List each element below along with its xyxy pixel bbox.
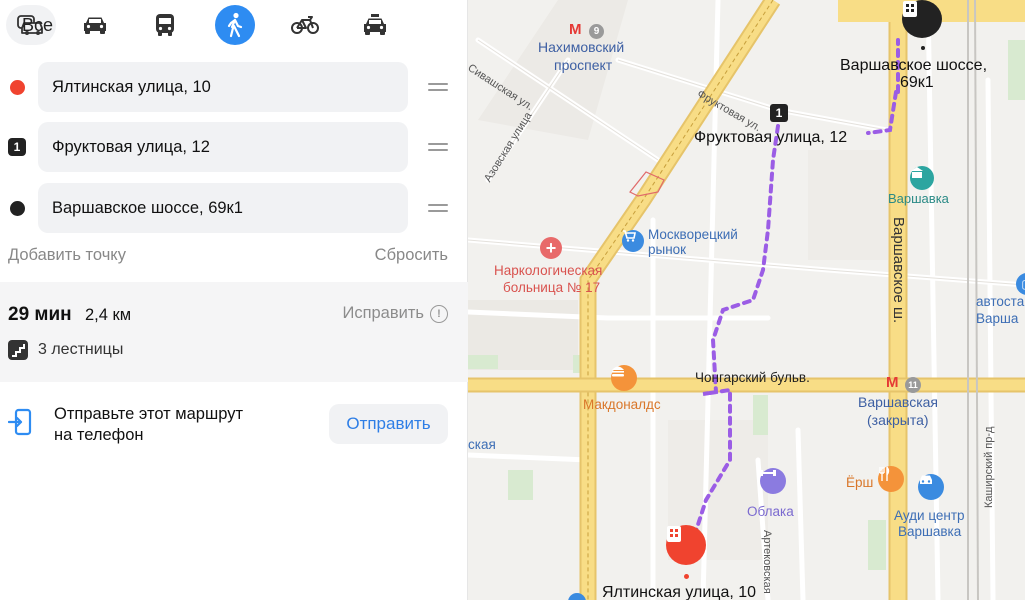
car-service-icon[interactable] xyxy=(918,474,944,500)
origin-map-label: Ялтинская улица, 10 xyxy=(602,584,757,600)
metro-line-badge: 9 xyxy=(589,24,604,39)
origin-input[interactable]: Ялтинская улица, 10 xyxy=(38,62,408,112)
metro-icon: M xyxy=(569,21,582,38)
taxi-icon xyxy=(364,14,386,35)
drag-handle-icon[interactable] xyxy=(428,138,448,156)
destination-map-label: 69к1 xyxy=(900,74,934,91)
hospital-icon[interactable]: + xyxy=(540,237,562,259)
street-label: Каширский пр-д xyxy=(983,426,995,508)
street-label: Варшавское ш. xyxy=(890,217,907,324)
poi-label[interactable]: Москворецкий xyxy=(648,227,738,242)
waypoint-1-marker: 1 xyxy=(8,138,26,156)
send-to-phone-text: Отправьте этот маршрут на телефон xyxy=(54,404,243,446)
mode-all-label: Все xyxy=(22,14,54,35)
mode-pedestrian-button[interactable] xyxy=(215,5,255,45)
poi-label[interactable]: Наркологическая xyxy=(494,263,602,278)
drag-handle-icon[interactable] xyxy=(428,199,448,217)
send-text-line-1: Отправьте этот маршрут xyxy=(54,405,244,423)
info-icon: ! xyxy=(430,304,448,323)
stairs-label: 3 лестницы xyxy=(38,341,124,358)
fitness-icon[interactable] xyxy=(760,468,786,494)
poi-label[interactable]: Ёрш xyxy=(846,475,873,490)
poi-label[interactable]: Макдоналдс xyxy=(583,397,661,412)
origin-pin-icon[interactable] xyxy=(666,525,706,565)
car-icon xyxy=(84,17,106,34)
origin-marker xyxy=(10,80,25,95)
railway-station-icon[interactable] xyxy=(910,166,934,190)
origin-point xyxy=(684,574,689,579)
waypoint-actions: Добавить точку Сбросить xyxy=(8,246,448,265)
metro-line-badge: 11 xyxy=(905,377,921,393)
poi-label[interactable]: Ауди центр xyxy=(894,508,965,523)
metro-station-label[interactable]: проспект xyxy=(554,57,612,73)
send-button[interactable]: Отправить xyxy=(329,404,448,444)
waypoint-row-destination: Варшавское шоссе, 69к1 xyxy=(0,183,468,233)
waypoint-1-input[interactable]: Фруктовая улица, 12 xyxy=(38,122,408,172)
street-label: Артековская xyxy=(761,530,773,594)
reset-link[interactable]: Сбросить xyxy=(375,246,448,265)
street-label: Чонгарский бульв. xyxy=(695,370,810,385)
add-point-link[interactable]: Добавить точку xyxy=(8,246,126,265)
metro-station-label[interactable]: Нахимовский xyxy=(538,39,624,55)
station-label[interactable]: Варшавка xyxy=(888,191,949,206)
map-view[interactable]: M 9 Нахимовский проспект Сивашская ул. А… xyxy=(468,0,1025,600)
mode-car-button[interactable] xyxy=(75,5,115,45)
shopping-cart-icon[interactable] xyxy=(622,230,644,252)
bicycle-icon xyxy=(291,16,319,34)
poi-label[interactable]: автоста xyxy=(976,294,1024,309)
mode-bicycle-button[interactable] xyxy=(285,5,325,45)
send-text-line-2: на телефон xyxy=(54,426,144,444)
send-to-phone-block: Отправьте этот маршрут на телефон Отправ… xyxy=(0,400,468,450)
poi-label[interactable]: Облака xyxy=(747,504,794,519)
transport-mode-bar: Все xyxy=(6,4,410,46)
poi-label: ская xyxy=(468,437,496,452)
route-panel: Все Ялтинская улица, 10 1 Фруктовая улиц… xyxy=(0,0,468,600)
burger-icon[interactable] xyxy=(611,365,637,391)
route-stairs-info: 3 лестницы xyxy=(8,340,123,360)
destination-input[interactable]: Варшавское шоссе, 69к1 xyxy=(38,183,408,233)
waypoint-1-map-label: Фруктовая улица, 12 xyxy=(694,129,848,146)
destination-pin-icon[interactable] xyxy=(902,0,942,38)
fix-route-link[interactable]: Исправить ! xyxy=(342,304,448,323)
waypoint-row-origin: Ялтинская улица, 10 xyxy=(0,62,468,112)
mode-bus-button[interactable] xyxy=(145,5,185,45)
route-time: 29 мин xyxy=(8,304,72,325)
poi-label[interactable]: Варшавка xyxy=(898,524,961,539)
route-summary[interactable]: 29 мин 2,4 км Исправить ! 3 лестницы xyxy=(0,282,468,382)
poi-label[interactable]: больница № 17 xyxy=(503,280,600,295)
poi-label[interactable]: Варша xyxy=(976,311,1018,326)
metro-station-label[interactable]: (закрыта) xyxy=(867,412,929,428)
mode-all-button[interactable]: Все xyxy=(6,5,56,45)
poi-label[interactable]: рынок xyxy=(648,242,686,257)
route-distance: 2,4 км xyxy=(85,306,132,324)
destination-point xyxy=(921,46,925,50)
restaurant-icon[interactable] xyxy=(878,466,904,492)
destination-map-label: Варшавское шоссе, xyxy=(840,57,988,74)
waypoint-1-map-marker[interactable]: 1 xyxy=(770,104,788,122)
waypoint-row-1: 1 Фруктовая улица, 12 xyxy=(0,122,468,172)
bus-icon xyxy=(156,14,174,36)
metro-icon: M xyxy=(886,374,899,391)
pedestrian-icon xyxy=(227,12,243,38)
fix-route-label: Исправить xyxy=(342,304,424,322)
metro-station-label[interactable]: Варшавская xyxy=(858,394,938,410)
phone-send-icon xyxy=(8,408,32,436)
drag-handle-icon[interactable] xyxy=(428,78,448,96)
mode-taxi-button[interactable] xyxy=(355,5,395,45)
destination-marker xyxy=(10,201,25,216)
stairs-icon xyxy=(8,340,28,360)
